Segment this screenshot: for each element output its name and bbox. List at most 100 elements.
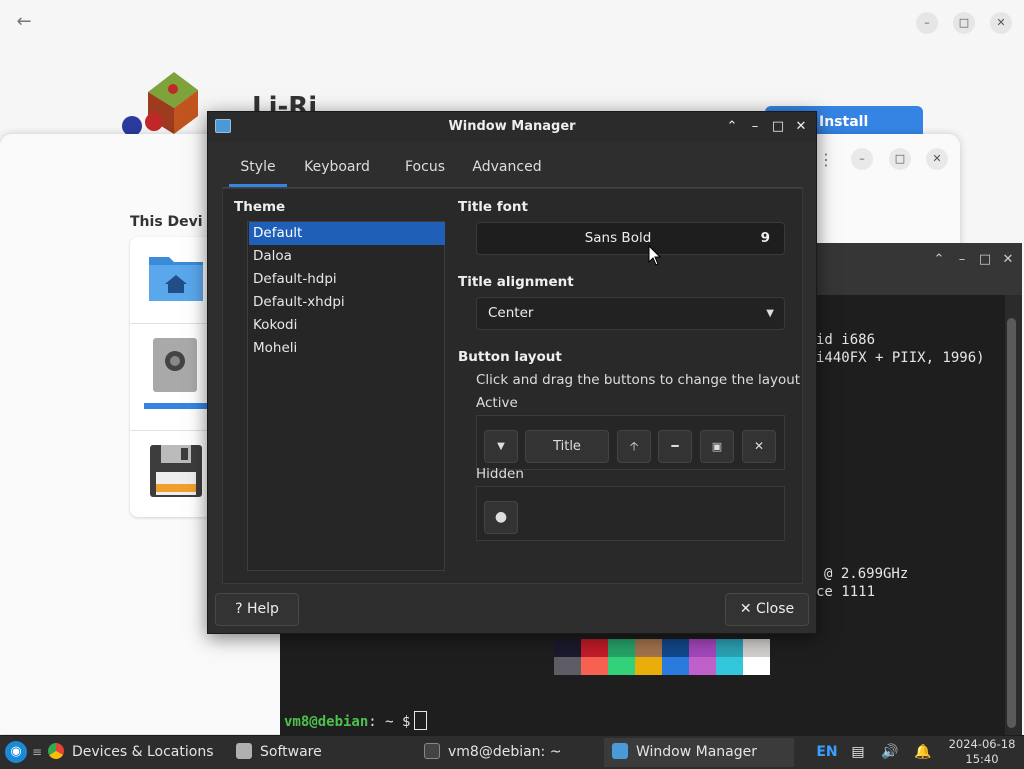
home-folder-icon[interactable]: [147, 251, 205, 303]
close-icon[interactable]: ✕: [990, 12, 1012, 34]
theme-item-moheli[interactable]: Moheli: [249, 337, 445, 360]
title-font-button[interactable]: Sans Bold 9: [476, 222, 785, 255]
clock-time: 15:40: [965, 752, 999, 766]
window-manager-icon: [612, 743, 628, 759]
color-swatch: [608, 657, 635, 675]
floppy-disk-icon[interactable]: [149, 444, 203, 498]
theme-item-daloa[interactable]: Daloa: [249, 245, 445, 268]
active-buttons-area: ▼ Title 🡡 ━ ▣ ✕: [476, 415, 785, 470]
tab-advanced[interactable]: Advanced: [468, 149, 546, 187]
close-icon[interactable]: ✕: [999, 251, 1017, 269]
title-alignment-value: Center: [488, 305, 534, 321]
color-palette-row-bottom: [554, 657, 770, 675]
maximize-icon[interactable]: □: [953, 12, 975, 34]
devices-heading: This Devi: [130, 214, 203, 230]
minimize-icon[interactable]: –: [745, 117, 765, 137]
shade-icon[interactable]: ⌃: [930, 251, 948, 269]
dialog-close-icon[interactable]: ✕: [926, 148, 948, 170]
task-label: Window Manager: [636, 744, 758, 760]
color-swatch: [716, 657, 743, 675]
theme-item-default-xhdpi[interactable]: Default-xhdpi: [249, 291, 445, 314]
wm-titlebar[interactable]: Window Manager ⌃ – □ ✕: [208, 112, 816, 142]
theme-item-default-hdpi[interactable]: Default-hdpi: [249, 268, 445, 291]
color-swatch: [554, 639, 581, 657]
tab-focus[interactable]: Focus: [404, 149, 446, 187]
maximize-button-icon[interactable]: ▣: [700, 430, 734, 463]
help-icon: ?: [235, 601, 247, 617]
tab-keyboard[interactable]: Keyboard: [300, 149, 374, 187]
theme-item-kokodi[interactable]: Kokodi: [249, 314, 445, 337]
volume-icon[interactable]: 🔊: [877, 736, 903, 769]
back-arrow-icon[interactable]: ←: [12, 10, 36, 34]
network-icon[interactable]: ▤: [845, 736, 871, 769]
title-font-size: 9: [760, 230, 770, 246]
task-devices-locations[interactable]: Devices & Locations: [40, 738, 226, 767]
dialog-maximize-icon[interactable]: □: [889, 148, 911, 170]
window-manager-dialog: Window Manager ⌃ – □ ✕ Style Keyboard Fo…: [207, 111, 817, 634]
color-swatch: [689, 657, 716, 675]
text-cursor: [414, 711, 428, 730]
color-swatch: [635, 657, 662, 675]
title-font-heading: Title font: [458, 199, 528, 215]
theme-item-default[interactable]: Default: [249, 222, 445, 245]
menu-button-icon[interactable]: ▼: [484, 430, 518, 463]
shade-icon[interactable]: ⌃: [722, 117, 742, 137]
task-label: vm8@debian: ~: [448, 744, 562, 760]
color-swatch: [689, 639, 716, 657]
minimize-icon[interactable]: –: [953, 251, 971, 269]
menu-kebab-icon[interactable]: ⋮: [818, 150, 834, 169]
clock[interactable]: 2024-06-18 15:40: [944, 737, 1020, 767]
color-swatch: [743, 639, 770, 657]
maximize-icon[interactable]: □: [768, 117, 788, 137]
close-button-icon[interactable]: ✕: [742, 430, 776, 463]
disk-usage-bar: [144, 403, 212, 409]
help-button-label: Help: [246, 601, 279, 617]
close-x-icon: ✕: [739, 601, 757, 617]
tab-style[interactable]: Style: [229, 149, 287, 187]
prompt-user: vm8@debian: [284, 714, 369, 730]
title-alignment-heading: Title alignment: [458, 274, 574, 290]
tab-bar: Style Keyboard Focus Advanced: [222, 149, 802, 188]
color-swatch: [743, 657, 770, 675]
keyboard-layout-indicator[interactable]: EN: [812, 736, 842, 769]
close-icon[interactable]: ✕: [791, 117, 811, 137]
color-palette-row-top: [554, 639, 770, 657]
close-button[interactable]: ✕ Close: [725, 593, 809, 626]
stick-button-icon[interactable]: ●: [484, 501, 518, 534]
color-swatch: [608, 639, 635, 657]
hidden-label: Hidden: [476, 466, 524, 482]
terminal-line: ce 1111: [816, 584, 876, 600]
color-swatch: [635, 639, 662, 657]
help-button[interactable]: ? Help: [215, 593, 299, 626]
button-layout-hint: Click and drag the buttons to change the…: [476, 372, 801, 388]
theme-list: Default Daloa Default-hdpi Default-xhdpi…: [247, 221, 445, 571]
button-layout-heading: Button layout: [458, 349, 562, 365]
minimize-button-icon[interactable]: ━: [658, 430, 692, 463]
taskbar: ◉ ≡ Devices & Locations Software vm8@deb…: [0, 735, 1024, 769]
style-page: Theme Default Daloa Default-hdpi Default…: [222, 188, 803, 584]
terminal-line: i440FX + PIIX, 1996): [816, 350, 985, 366]
notifications-bell-icon[interactable]: 🔔: [910, 736, 936, 769]
clock-date: 2024-06-18: [948, 737, 1016, 751]
terminal-line: @ 2.699GHz: [824, 566, 909, 582]
chrome-icon: [48, 743, 64, 759]
title-alignment-select[interactable]: Center ▼: [476, 297, 785, 330]
dialog-minimize-icon[interactable]: –: [851, 148, 873, 170]
title-layout-button[interactable]: Title: [525, 430, 609, 463]
shade-button-icon[interactable]: 🡡: [617, 430, 651, 463]
maximize-icon[interactable]: □: [976, 251, 994, 269]
start-menu-icon[interactable]: ◉: [5, 741, 27, 763]
color-swatch: [716, 639, 743, 657]
mouse-pointer-icon: [648, 245, 662, 266]
color-swatch: [581, 657, 608, 675]
task-software[interactable]: Software: [228, 738, 414, 767]
disk-drive-icon[interactable]: [152, 337, 198, 393]
task-terminal[interactable]: vm8@debian: ~: [416, 738, 602, 767]
color-swatch: [662, 639, 689, 657]
color-swatch: [662, 657, 689, 675]
minimize-icon[interactable]: –: [916, 12, 938, 34]
theme-heading: Theme: [234, 199, 286, 215]
task-window-manager[interactable]: Window Manager: [604, 738, 794, 767]
terminal-scrollbar[interactable]: [1007, 318, 1016, 728]
task-label: Devices & Locations: [72, 744, 214, 760]
